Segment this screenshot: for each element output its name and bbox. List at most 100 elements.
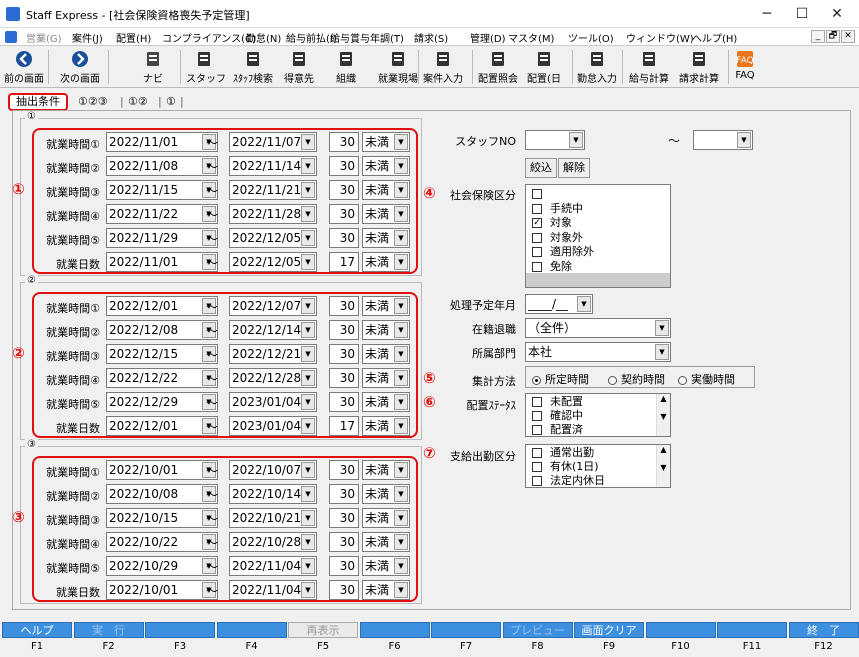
close-button[interactable]: ✕: [820, 4, 854, 24]
checkbox[interactable]: [532, 462, 542, 472]
chevron-down-icon[interactable]: ▼: [301, 558, 315, 574]
fkey-F11-button[interactable]: [717, 622, 787, 638]
threshold-input[interactable]: 30: [329, 556, 359, 576]
department-select[interactable]: 本社 ▼: [525, 342, 671, 362]
chevron-down-icon[interactable]: ▼: [301, 486, 315, 502]
fkey-F3-button[interactable]: [145, 622, 215, 638]
placement-status-item[interactable]: 確認中: [532, 409, 583, 423]
date-to-select[interactable]: 2022/10/14 ▼: [229, 484, 317, 504]
date-to-select[interactable]: 2022/12/05 ▼: [229, 228, 317, 248]
menu-item-6[interactable]: 給与賞与年調(T): [330, 30, 404, 45]
fkey-F6-button[interactable]: [359, 622, 430, 638]
threshold-input[interactable]: 30: [329, 296, 359, 316]
chevron-down-icon[interactable]: ▼: [301, 534, 315, 550]
chevron-down-icon[interactable]: ▼: [301, 462, 315, 478]
payment-attendance-item[interactable]: 法定内休日: [532, 474, 605, 487]
date-to-select[interactable]: 2022/12/28 ▼: [229, 368, 317, 388]
toolbar-button-13[interactable]: 請求計算: [676, 48, 722, 86]
date-to-select[interactable]: 2022/12/14 ▼: [229, 320, 317, 340]
chevron-down-icon[interactable]: ▼: [394, 158, 408, 174]
threshold-input[interactable]: 30: [329, 484, 359, 504]
condition-select[interactable]: 未満 ▼: [362, 156, 410, 176]
chevron-down-icon[interactable]: ▼: [655, 320, 669, 336]
threshold-input[interactable]: 30: [329, 532, 359, 552]
checkbox[interactable]: [532, 397, 542, 407]
condition-select[interactable]: 未満 ▼: [362, 556, 410, 576]
checkbox[interactable]: [532, 203, 542, 214]
checkbox[interactable]: [532, 411, 542, 421]
checkbox[interactable]: [532, 476, 542, 486]
date-to-select[interactable]: 2022/10/07 ▼: [229, 460, 317, 480]
date-to-select[interactable]: 2022/11/14 ▼: [229, 156, 317, 176]
toolbar-button-1[interactable]: 次の画面: [54, 48, 106, 86]
condition-select[interactable]: 未満 ▼: [362, 296, 410, 316]
menu-item-12[interactable]: ヘルプ(H): [692, 30, 737, 45]
date-to-select[interactable]: 2022/10/28 ▼: [229, 532, 317, 552]
chevron-down-icon[interactable]: ▼: [301, 370, 315, 386]
shaho-item[interactable]: 免除: [532, 260, 572, 274]
date-to-select[interactable]: 2022/12/07 ▼: [229, 296, 317, 316]
placement-status-item[interactable]: 配置済: [532, 423, 583, 436]
threshold-input[interactable]: 17: [329, 252, 359, 272]
chevron-down-icon[interactable]: ▼: [394, 462, 408, 478]
threshold-input[interactable]: 30: [329, 460, 359, 480]
radio-scheduled-hours[interactable]: 所定時間: [532, 371, 589, 387]
mdi-close-button[interactable]: ✕: [841, 30, 855, 43]
tab-12[interactable]: ①②: [128, 93, 148, 111]
chevron-down-icon[interactable]: ▼: [301, 254, 315, 270]
condition-select[interactable]: 未満 ▼: [362, 180, 410, 200]
chevron-down-icon[interactable]: ▼: [394, 510, 408, 526]
chevron-down-icon[interactable]: ▼: [301, 582, 315, 598]
threshold-input[interactable]: 30: [329, 204, 359, 224]
menu-item-8[interactable]: 管理(D): [470, 30, 506, 45]
tab-123[interactable]: ①②③: [78, 93, 108, 111]
chevron-down-icon[interactable]: ▼: [394, 346, 408, 362]
scrollbar[interactable]: ▲ ▼: [656, 445, 670, 487]
date-to-select[interactable]: 2022/12/05 ▼: [229, 252, 317, 272]
chevron-down-icon[interactable]: ▼: [301, 418, 315, 434]
date-to-select[interactable]: 2022/11/07 ▼: [229, 132, 317, 152]
condition-select[interactable]: 未満 ▼: [362, 132, 410, 152]
chevron-down-icon[interactable]: ▼: [394, 370, 408, 386]
menu-item-2[interactable]: 配置(H): [116, 30, 151, 45]
chevron-down-icon[interactable]: ▼: [394, 322, 408, 338]
toolbar-button-14[interactable]: FAQ FAQ: [730, 48, 760, 86]
menu-item-1[interactable]: 案件(J): [72, 30, 103, 45]
radio-actual-hours[interactable]: 実働時間: [678, 371, 735, 387]
clear-button[interactable]: 解除: [558, 158, 590, 178]
chevron-down-icon[interactable]: ▼: [394, 558, 408, 574]
checkbox[interactable]: [532, 189, 542, 199]
narrow-button[interactable]: 絞込: [525, 158, 557, 178]
date-to-select[interactable]: 2022/11/04 ▼: [229, 556, 317, 576]
condition-select[interactable]: 未満 ▼: [362, 460, 410, 480]
shaho-item[interactable]: 対象外: [532, 231, 583, 245]
chevron-down-icon[interactable]: ▼: [655, 344, 669, 360]
fkey-F1-button[interactable]: ヘルプ: [2, 622, 72, 638]
toolbar-button-2[interactable]: ナビ: [138, 48, 168, 86]
date-to-select[interactable]: 2022/10/21 ▼: [229, 508, 317, 528]
date-to-select[interactable]: 2022/12/21 ▼: [229, 344, 317, 364]
toolbar-button-10[interactable]: 配置(日: [524, 48, 564, 86]
threshold-input[interactable]: 30: [329, 344, 359, 364]
fkey-F7-button[interactable]: [431, 622, 501, 638]
menu-item-9[interactable]: マスタ(M): [508, 30, 554, 45]
threshold-input[interactable]: 30: [329, 508, 359, 528]
threshold-input[interactable]: 30: [329, 156, 359, 176]
fkey-F9-button[interactable]: 画面クリア: [574, 622, 644, 638]
condition-select[interactable]: 未満 ▼: [362, 508, 410, 528]
staff-no-from-select[interactable]: ▼: [525, 130, 585, 150]
threshold-input[interactable]: 30: [329, 180, 359, 200]
checkbox[interactable]: [532, 247, 542, 258]
fkey-F2-button[interactable]: 実 行: [73, 622, 144, 638]
shaho-item[interactable]: ✓ 対象: [532, 216, 572, 230]
toolbar-button-0[interactable]: 前の画面: [2, 48, 46, 86]
chevron-down-icon[interactable]: ▼: [394, 394, 408, 410]
threshold-input[interactable]: 30: [329, 228, 359, 248]
mdi-restore-button[interactable]: 🗗: [826, 30, 840, 43]
chevron-down-icon[interactable]: ▼: [394, 298, 408, 314]
menu-item-11[interactable]: ウィンドウ(W): [626, 30, 694, 45]
chevron-down-icon[interactable]: ▼: [301, 206, 315, 222]
shaho-item[interactable]: 手続中: [532, 202, 583, 216]
toolbar-button-4[interactable]: ｽﾀｯﾌ検索: [232, 48, 274, 86]
date-to-select[interactable]: 2023/01/04 ▼: [229, 416, 317, 436]
